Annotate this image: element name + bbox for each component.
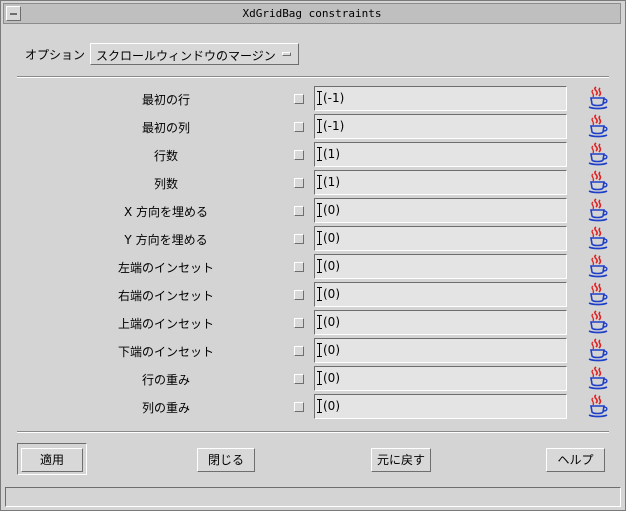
text-cursor-icon [317,175,322,189]
constraint-value-field[interactable]: (0) [314,282,567,307]
java-coffee-cup-icon[interactable] [587,310,609,334]
constraint-value: (0) [323,203,340,217]
text-cursor-icon [317,315,322,329]
constraint-value: (0) [323,343,340,357]
window-title: XdGridBag constraints [242,7,382,20]
constraint-checkbox[interactable] [294,374,304,384]
status-bar [5,487,621,507]
constraint-value: (0) [323,399,340,413]
constraint-checkbox[interactable] [294,318,304,328]
text-cursor-icon [317,399,322,413]
constraint-value-field[interactable]: (0) [314,198,567,223]
constraint-value: (0) [323,231,340,245]
revert-button[interactable]: 元に戻す [371,448,431,472]
constraint-label: 最初の列 [141,121,190,135]
constraint-row: 右端のインセット (0) [1,281,626,309]
constraint-value-field[interactable]: (0) [314,394,567,419]
separator-top [17,76,609,78]
constraint-value-field[interactable]: (0) [314,338,567,363]
option-menu[interactable]: スクロールウィンドウのマージン [90,43,299,65]
apply-button[interactable]: 適用 [21,448,83,472]
constraint-checkbox[interactable] [294,150,304,160]
text-cursor-icon [317,147,322,161]
constraint-label: 最初の行 [141,93,190,107]
java-coffee-cup-icon[interactable] [587,338,609,362]
separator-bottom [17,431,609,433]
java-coffee-cup-icon[interactable] [587,86,609,110]
constraint-label: Y 方向を埋める [124,233,208,247]
constraint-row: 最初の行 (-1) [1,85,626,113]
java-coffee-cup-icon[interactable] [587,254,609,278]
constraint-value-field[interactable]: (0) [314,366,567,391]
text-cursor-icon [317,343,322,357]
constraint-label: 右端のインセット [117,289,214,303]
close-button[interactable]: 閉じる [197,448,255,472]
constraint-checkbox[interactable] [294,290,304,300]
constraint-row: 左端のインセット (0) [1,253,626,281]
constraint-checkbox[interactable] [294,178,304,188]
option-label: オプション [25,48,86,62]
java-coffee-cup-icon[interactable] [587,282,609,306]
constraint-checkbox[interactable] [294,402,304,412]
constraint-row: 列の重み (0) [1,393,626,421]
constraint-label: 列の重み [141,401,190,415]
constraint-value-field[interactable]: (-1) [314,86,567,111]
text-cursor-icon [317,119,322,133]
help-button[interactable]: ヘルプ [546,448,605,472]
constraint-label: 列数 [153,177,178,191]
constraint-checkbox[interactable] [294,206,304,216]
constraint-row: 上端のインセット (0) [1,309,626,337]
option-menu-value: スクロールウィンドウのマージン [96,49,276,63]
text-cursor-icon [317,287,322,301]
constraint-label: 行数 [153,149,178,163]
text-cursor-icon [317,371,322,385]
constraint-row: Y 方向を埋める (0) [1,225,626,253]
constraint-value: (0) [323,371,340,385]
java-coffee-cup-icon[interactable] [587,198,609,222]
java-coffee-cup-icon[interactable] [587,170,609,194]
constraint-checkbox[interactable] [294,262,304,272]
constraint-row: 行数 (1) [1,141,626,169]
java-coffee-cup-icon[interactable] [587,114,609,138]
constraint-checkbox[interactable] [294,122,304,132]
constraint-value: (-1) [323,119,345,133]
constraint-row: 最初の列 (-1) [1,113,626,141]
constraint-row: X 方向を埋める (0) [1,197,626,225]
constraint-value-field[interactable]: (-1) [314,114,567,139]
java-coffee-cup-icon[interactable] [587,142,609,166]
constraint-label: X 方向を埋める [123,205,209,219]
constraint-label: 左端のインセット [117,261,214,275]
java-coffee-cup-icon[interactable] [587,226,609,250]
constraint-row: 行の重み (0) [1,365,626,393]
constraint-value-field[interactable]: (0) [314,310,567,335]
constraint-row: 列数 (1) [1,169,626,197]
constraint-value: (0) [323,287,340,301]
constraint-value: (0) [323,259,340,273]
constraint-value: (1) [323,175,340,189]
constraint-value-field[interactable]: (1) [314,142,567,167]
constraint-label: 下端のインセット [117,345,214,359]
constraint-label: 上端のインセット [117,317,214,331]
text-cursor-icon [317,231,322,245]
constraint-row: 下端のインセット (0) [1,337,626,365]
constraint-checkbox[interactable] [294,94,304,104]
constraint-value-field[interactable]: (0) [314,226,567,251]
dialog-window: XdGridBag constraints オプション スクロールウィンドウのマ… [0,0,626,511]
option-menu-indicator-icon [282,52,291,56]
constraint-value: (0) [323,315,340,329]
java-coffee-cup-icon[interactable] [587,394,609,418]
title-bar[interactable]: XdGridBag constraints [3,3,621,24]
text-cursor-icon [317,91,322,105]
constraint-checkbox[interactable] [294,234,304,244]
text-cursor-icon [317,203,322,217]
constraint-value-field[interactable]: (1) [314,170,567,195]
text-cursor-icon [317,259,322,273]
constraint-label: 行の重み [141,373,190,387]
java-coffee-cup-icon[interactable] [587,366,609,390]
constraint-value-field[interactable]: (0) [314,254,567,279]
constraint-value: (1) [323,147,340,161]
constraint-checkbox[interactable] [294,346,304,356]
constraint-value: (-1) [323,91,345,105]
